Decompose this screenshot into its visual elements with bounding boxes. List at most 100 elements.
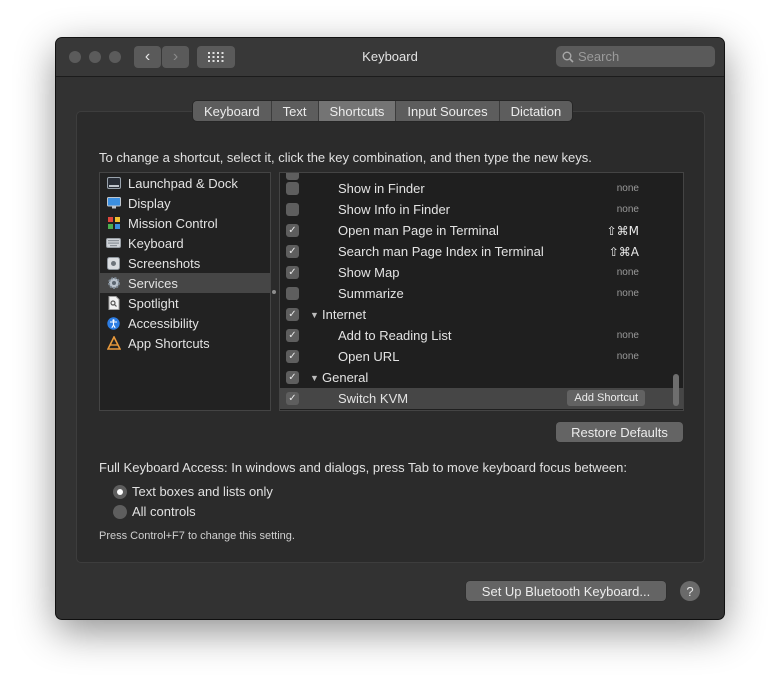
checkmark-icon: ✓ (288, 309, 297, 320)
category-list[interactable]: Launchpad & Dock Display Mission Control… (99, 172, 271, 411)
screenshots-icon (106, 256, 121, 270)
shortcut-row-show-map[interactable]: ✓ Show Map none (280, 262, 683, 283)
category-label: Accessibility (128, 315, 199, 331)
category-item-launchpad-dock[interactable]: Launchpad & Dock (100, 173, 270, 193)
search-input[interactable] (578, 49, 708, 64)
checkbox[interactable] (286, 203, 299, 216)
shortcut-label: Switch KVM (338, 391, 409, 406)
shortcut-key[interactable]: ⇧⌘M (607, 224, 639, 238)
category-item-mission-control[interactable]: Mission Control (100, 213, 270, 233)
shortcut-key[interactable]: none (617, 351, 639, 362)
category-item-app-shortcuts[interactable]: App Shortcuts (100, 333, 270, 353)
checkbox-checked[interactable]: ✓ (286, 329, 299, 342)
tab-dictation[interactable]: Dictation (499, 101, 573, 121)
control-f7-hint: Press Control+F7 to change this setting. (99, 530, 295, 542)
shortcut-row-show-info-in-finder[interactable]: Show Info in Finder none (280, 199, 683, 220)
gear-icon (106, 276, 121, 290)
shortcut-label: Show in Finder (338, 181, 425, 196)
tab-bar: Keyboard Text Shortcuts Input Sources Di… (193, 101, 573, 121)
group-label: General (322, 370, 369, 385)
shortcut-row-show-in-finder[interactable]: Show in Finder none (280, 178, 683, 199)
help-button[interactable]: ? (680, 581, 700, 601)
radio-dot-icon (117, 488, 123, 495)
checkmark-icon: ✓ (288, 372, 297, 383)
category-label: Display (128, 195, 171, 211)
category-label: Mission Control (128, 215, 218, 231)
add-shortcut-button[interactable]: Add Shortcut (567, 390, 645, 406)
category-item-screenshots[interactable]: Screenshots (100, 253, 270, 273)
shortcut-group-internet[interactable]: ✓ ▼ Internet (280, 304, 683, 325)
full-keyboard-access-label: Full Keyboard Access: In windows and dia… (99, 460, 627, 475)
display-icon (106, 196, 121, 210)
checkbox-checked[interactable]: ✓ (286, 245, 299, 258)
search-field[interactable] (556, 46, 715, 67)
app-shortcuts-icon (106, 336, 121, 350)
radio-label: All controls (132, 504, 196, 519)
shortcut-label: Search man Page Index in Terminal (338, 244, 544, 259)
question-mark-icon: ? (686, 583, 694, 599)
shortcut-row-switch-kvm[interactable]: ✓ Switch KVM Add Shortcut (280, 388, 683, 409)
mission-control-icon (106, 216, 121, 230)
checkbox[interactable] (286, 287, 299, 300)
shortcut-key[interactable]: none (617, 330, 639, 341)
category-item-accessibility[interactable]: Accessibility (100, 313, 270, 333)
tab-input-sources[interactable]: Input Sources (396, 101, 500, 121)
checkmark-icon: ✓ (288, 393, 297, 404)
radio-text-boxes-lists[interactable]: Text boxes and lists only (113, 484, 273, 499)
shortcut-row-search-man-page-index[interactable]: ✓ Search man Page Index in Terminal ⇧⌘A (280, 241, 683, 262)
launchpad-icon (106, 176, 121, 190)
bluetooth-keyboard-button[interactable]: Set Up Bluetooth Keyboard... (466, 581, 666, 601)
category-item-spotlight[interactable]: Spotlight (100, 293, 270, 313)
category-label: Spotlight (128, 295, 179, 311)
shortcut-list[interactable]: Show in Finder none Show Info in Finder … (279, 172, 684, 411)
split-view-divider[interactable] (272, 290, 276, 294)
search-icon (562, 51, 574, 63)
shortcut-key[interactable]: none (617, 183, 639, 194)
radio-button-selected[interactable] (113, 484, 127, 499)
shortcut-key[interactable]: none (617, 204, 639, 215)
shortcut-key[interactable]: none (617, 288, 639, 299)
radio-all-controls[interactable]: All controls (113, 504, 196, 519)
category-label: Keyboard (128, 235, 184, 251)
tab-keyboard[interactable]: Keyboard (193, 101, 272, 121)
category-label: Screenshots (128, 255, 201, 271)
shortcut-label: Open man Page in Terminal (338, 223, 499, 238)
category-label: Launchpad & Dock (128, 175, 238, 191)
checkmark-icon: ✓ (288, 246, 297, 257)
accessibility-icon (106, 316, 121, 330)
disclosure-triangle-icon[interactable]: ▼ (310, 373, 319, 383)
title-bar: ‹ › Keyboard (56, 38, 724, 77)
checkmark-icon: ✓ (288, 330, 297, 341)
shortcut-key[interactable]: ⇧⌘A (609, 245, 639, 259)
category-item-display[interactable]: Display (100, 193, 270, 213)
tab-text[interactable]: Text (271, 101, 319, 121)
radio-label: Text boxes and lists only (132, 484, 273, 499)
category-item-keyboard[interactable]: Keyboard (100, 233, 270, 253)
shortcut-row-open-url[interactable]: ✓ Open URL none (280, 346, 683, 367)
radio-button[interactable] (113, 504, 127, 519)
shortcut-row-open-man-page[interactable]: ✓ Open man Page in Terminal ⇧⌘M (280, 220, 683, 241)
checkbox-checked[interactable]: ✓ (286, 392, 299, 405)
checkmark-icon: ✓ (288, 267, 297, 278)
category-item-services[interactable]: Services (100, 273, 270, 293)
restore-defaults-button[interactable]: Restore Defaults (556, 422, 683, 442)
shortcut-label: Show Info in Finder (338, 202, 451, 217)
checkbox-checked[interactable]: ✓ (286, 224, 299, 237)
scrollbar-thumb[interactable] (673, 374, 679, 406)
checkbox[interactable] (286, 182, 299, 195)
tab-shortcuts[interactable]: Shortcuts (318, 101, 397, 121)
checkbox-checked[interactable]: ✓ (286, 371, 299, 384)
checkbox-checked[interactable]: ✓ (286, 350, 299, 363)
shortcut-key[interactable]: none (617, 267, 639, 278)
shortcut-group-general[interactable]: ✓ ▼ General (280, 367, 683, 388)
keyboard-preferences-window: ‹ › Keyboard Keyboard Text S (56, 38, 724, 619)
group-label: Internet (322, 307, 367, 322)
shortcut-row-summarize[interactable]: Summarize none (280, 283, 683, 304)
spotlight-icon (106, 296, 121, 310)
checkbox-checked[interactable]: ✓ (286, 266, 299, 279)
checkmark-icon: ✓ (288, 351, 297, 362)
checkbox-checked[interactable]: ✓ (286, 308, 299, 321)
category-label: Services (128, 275, 178, 291)
disclosure-triangle-icon[interactable]: ▼ (310, 310, 319, 320)
shortcut-row-add-to-reading-list[interactable]: ✓ Add to Reading List none (280, 325, 683, 346)
